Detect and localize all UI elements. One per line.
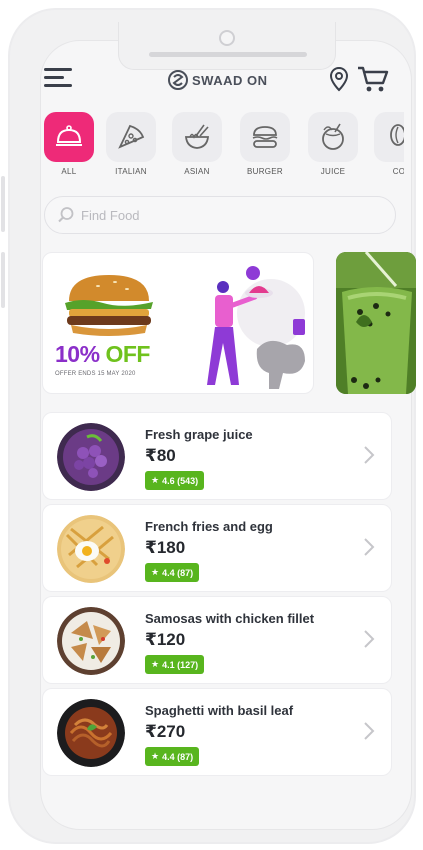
search-input[interactable] xyxy=(81,207,371,223)
camera-icon xyxy=(219,30,235,46)
food-name: French fries and egg xyxy=(145,519,273,534)
category-tile xyxy=(106,112,156,162)
food-price: ₹80 xyxy=(145,446,176,465)
food-item[interactable]: Spaghetti with basil leaf ₹270 ★ 4.4 (87… xyxy=(42,688,392,776)
rating-value: 4.4 (87) xyxy=(162,567,194,578)
rating-badge: ★ 4.4 (87) xyxy=(145,747,200,766)
category-label: CO xyxy=(392,167,404,176)
category-bar: ALL ITALIAN ASIAN BURGER JUICE CO xyxy=(42,112,404,182)
offer-headline: 10% OFF xyxy=(55,341,150,368)
category-tile xyxy=(374,112,404,162)
next-banner[interactable] xyxy=(336,252,416,394)
chevron-right-icon[interactable] xyxy=(363,537,375,557)
rating-value: 4.4 (87) xyxy=(162,751,194,762)
hamburger-menu-icon[interactable] xyxy=(44,68,74,90)
category-tile xyxy=(44,112,94,162)
food-cloche-icon xyxy=(56,125,82,146)
category-label: ITALIAN xyxy=(115,167,147,176)
food-price: ₹180 xyxy=(145,538,186,557)
category-label: JUICE xyxy=(320,167,346,176)
category-asian[interactable]: ASIAN xyxy=(170,112,224,182)
fries-egg-image xyxy=(57,515,125,583)
category-juice[interactable]: JUICE xyxy=(306,112,360,182)
rating-badge: ★ 4.6 (543) xyxy=(145,471,205,490)
chevron-right-icon[interactable] xyxy=(363,445,375,465)
food-name: Spaghetti with basil leaf xyxy=(145,703,294,718)
star-icon: ★ xyxy=(151,659,160,669)
category-tile xyxy=(240,112,290,162)
star-icon: ★ xyxy=(151,751,160,761)
offer-banner[interactable]: 10% OFF OFFER ENDS 15 MAY 2020 xyxy=(42,252,314,394)
category-tile xyxy=(308,112,358,162)
rating-badge: ★ 4.4 (87) xyxy=(145,563,200,582)
app-header: SWAAD ON xyxy=(42,62,394,100)
pizza-icon xyxy=(118,124,145,149)
category-italian[interactable]: ITALIAN xyxy=(104,112,158,182)
rating-badge: ★ 4.1 (127) xyxy=(145,655,205,674)
category-tile xyxy=(172,112,222,162)
burger-icon xyxy=(252,126,278,148)
burger-image xyxy=(65,275,153,336)
samosa-image xyxy=(57,607,125,675)
offer-percent: 10% xyxy=(55,341,100,367)
food-name: Samosas with chicken fillet xyxy=(145,611,315,626)
side-button xyxy=(1,252,5,308)
rating-value: 4.1 (127) xyxy=(162,659,199,670)
chevron-right-icon[interactable] xyxy=(363,629,375,649)
green-juice-image xyxy=(336,252,416,394)
location-pin-icon[interactable] xyxy=(328,66,350,92)
food-price: ₹120 xyxy=(145,630,186,649)
food-item[interactable]: Fresh grape juice ₹80 ★ 4.6 (543) xyxy=(42,412,392,500)
food-item[interactable]: French fries and egg ₹180 ★ 4.4 (87) xyxy=(42,504,392,592)
category-label: ALL xyxy=(61,167,77,176)
food-item[interactable]: Samosas with chicken fillet ₹120 ★ 4.1 (… xyxy=(42,596,392,684)
search-icon xyxy=(58,207,74,223)
side-button xyxy=(1,176,5,232)
star-icon: ★ xyxy=(151,567,160,577)
grape-juice-image xyxy=(57,423,125,491)
food-name: Fresh grape juice xyxy=(145,427,253,442)
chevron-right-icon[interactable] xyxy=(363,721,375,741)
category-label: ASIAN xyxy=(184,167,210,176)
category-all[interactable]: ALL xyxy=(42,112,96,182)
food-list: Fresh grape juice ₹80 ★ 4.6 (543) French… xyxy=(42,412,392,780)
star-icon: ★ xyxy=(151,475,160,485)
cart-icon[interactable] xyxy=(356,64,390,94)
offer-expiry: OFFER ENDS 15 MAY 2020 xyxy=(55,371,136,377)
swaad-logo-icon xyxy=(168,70,188,90)
brand-name: SWAAD ON xyxy=(192,72,268,88)
offer-word: OFF xyxy=(105,341,150,367)
coffee-icon xyxy=(390,124,404,146)
category-label: BURGER xyxy=(246,167,284,176)
search-bar xyxy=(44,196,396,234)
spaghetti-image xyxy=(57,699,125,767)
category-burger[interactable]: BURGER xyxy=(238,112,292,182)
category-coffee[interactable]: CO xyxy=(372,112,404,182)
food-price: ₹270 xyxy=(145,722,186,741)
rating-value: 4.6 (543) xyxy=(162,475,199,486)
speaker-grille xyxy=(149,52,307,57)
coconut-drink-icon xyxy=(322,123,344,150)
brand-logo: SWAAD ON xyxy=(168,68,268,92)
noodle-bowl-icon xyxy=(185,124,209,149)
